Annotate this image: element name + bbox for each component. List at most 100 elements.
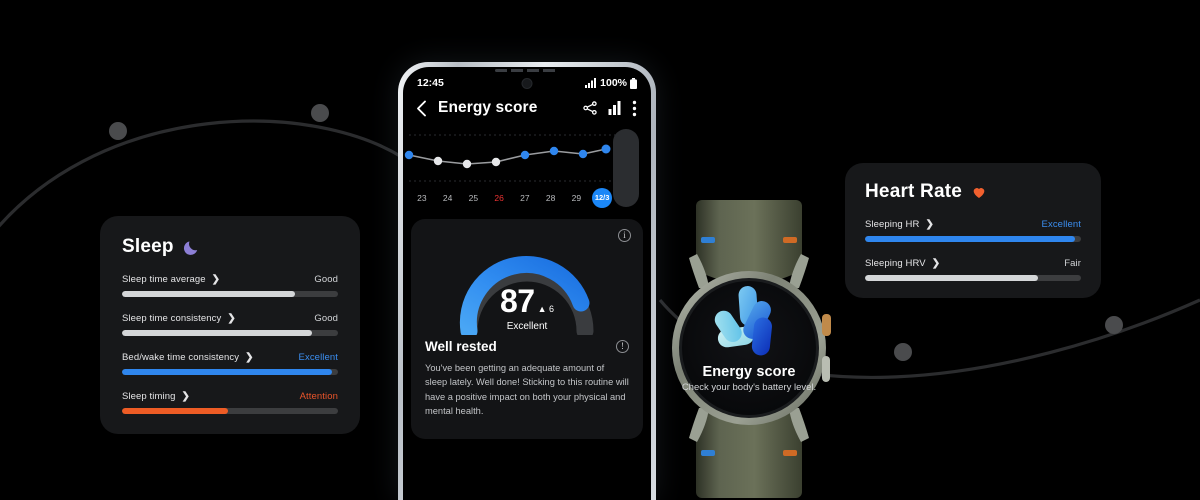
- insight-description: You've been getting an adequate amount o…: [425, 363, 629, 417]
- status-right: 100%: [585, 77, 637, 89]
- metric-label: Sleep timing: [122, 391, 176, 402]
- metric-row[interactable]: Sleep time consistency ❯ Good: [122, 313, 338, 336]
- metric-label-wrap: Sleep time consistency ❯: [122, 313, 236, 324]
- chevron-right-icon[interactable]: ❯: [932, 258, 940, 269]
- battery-full-icon: [630, 77, 637, 89]
- metric-row[interactable]: Sleeping HR ❯ Excellent: [865, 219, 1081, 242]
- metric-label-wrap: Sleep timing ❯: [122, 391, 190, 402]
- curve-node: [894, 343, 912, 361]
- band-accent-blue-top: [701, 237, 715, 243]
- metric-progress-bar: [122, 369, 338, 375]
- chart-point: [404, 150, 414, 160]
- cellular-signal-icon: [585, 78, 597, 88]
- chart-point: [549, 146, 559, 156]
- metric-head: Sleep timing ❯ Attention: [122, 391, 338, 402]
- heart-icon: [973, 188, 985, 198]
- chart-x-axis: 23 24 25 26 27 28 29 12/3: [403, 188, 621, 208]
- heart-rate-card-title: Heart Rate: [865, 181, 963, 202]
- watch-crown: [822, 314, 831, 336]
- metric-head: Sleep time consistency ❯ Good: [122, 313, 338, 324]
- metric-progress-fill: [122, 291, 295, 297]
- metric-head: Sleep time average ❯ Good: [122, 274, 338, 285]
- chart-point: [491, 157, 501, 167]
- metric-progress-fill: [865, 236, 1075, 242]
- front-camera: [521, 78, 533, 89]
- score-value: 87: [499, 283, 535, 319]
- metric-progress-bar: [122, 330, 338, 336]
- smartwatch: Energy score Check your body's battery l…: [660, 198, 838, 500]
- axis-tick: 24: [442, 193, 453, 203]
- score-gauge: 87 ▲ 6 Excellent: [447, 239, 607, 340]
- energy-score-panel: i 87 ▲ 6 Excellent Well rested ! You've …: [411, 219, 643, 439]
- info-circle-icon[interactable]: i: [618, 229, 631, 242]
- chart-plot: [404, 134, 617, 182]
- curve-node: [311, 104, 329, 122]
- crescent-moon-icon: [183, 241, 197, 255]
- chart-point: [462, 159, 472, 169]
- metric-value: Excellent: [298, 352, 338, 363]
- axis-tick: 29: [571, 193, 582, 203]
- chevron-right-icon[interactable]: ❯: [245, 352, 253, 363]
- axis-tick: 26: [494, 193, 504, 203]
- screenshot-stage: Sleep Sleep time average ❯ Good Sleep ti…: [0, 0, 1200, 500]
- gauge-center-text: 87 ▲ 6 Excellent: [447, 283, 607, 332]
- axis-tick-selected-label: 12/3: [592, 188, 613, 208]
- score-rating: Excellent: [506, 321, 548, 332]
- speaker-grill: [495, 69, 559, 72]
- chart-point: [578, 149, 588, 159]
- axis-tick: 28: [545, 193, 556, 203]
- score-delta-value: 6: [549, 304, 555, 314]
- share-icon[interactable]: [582, 100, 598, 116]
- metric-label-wrap: Bed/wake time consistency ❯: [122, 352, 254, 363]
- app-title: Energy score: [438, 99, 538, 116]
- metric-label-wrap: Sleep time average ❯: [122, 274, 220, 285]
- curve-node: [109, 122, 127, 140]
- phone-screen: 12:45 100% Energy score 23 24 25 26 27 2…: [403, 67, 651, 500]
- axis-tick: 27: [520, 193, 530, 203]
- metric-head: Sleeping HR ❯ Excellent: [865, 219, 1081, 230]
- heart-rate-card-header: Heart Rate: [865, 181, 1081, 203]
- score-row: 87 ▲ 6: [447, 283, 607, 320]
- band-accent-blue-bottom: [701, 450, 715, 456]
- metric-progress-bar: [865, 236, 1081, 242]
- metric-head: Bed/wake time consistency ❯ Excellent: [122, 352, 338, 363]
- band-accent-orange-top: [783, 237, 797, 243]
- metric-value: Good: [314, 274, 338, 285]
- exclamation-circle-icon[interactable]: !: [616, 340, 629, 353]
- chevron-right-icon[interactable]: ❯: [227, 313, 235, 324]
- chart-point: [520, 150, 530, 160]
- axis-tick: 25: [468, 193, 479, 203]
- metric-progress-fill: [122, 369, 332, 375]
- metric-value: Good: [314, 313, 338, 324]
- battery-percent: 100%: [600, 77, 627, 89]
- watch-render: [672, 200, 831, 498]
- metric-progress-bar: [122, 408, 338, 414]
- chevron-right-icon[interactable]: ❯: [212, 274, 220, 285]
- metric-row[interactable]: Sleeping HRV ❯ Fair: [865, 258, 1081, 281]
- axis-tick-selected[interactable]: 12/3: [589, 188, 615, 208]
- more-vertical-icon[interactable]: [632, 100, 637, 117]
- metric-row[interactable]: Sleep time average ❯ Good: [122, 274, 338, 297]
- metric-label: Bed/wake time consistency: [122, 352, 240, 363]
- metric-progress-fill: [122, 330, 313, 336]
- metric-value: Excellent: [1041, 219, 1081, 230]
- band-accent-orange-bottom: [783, 450, 797, 456]
- metric-progress-bar: [865, 275, 1081, 281]
- axis-tick: 23: [417, 193, 427, 203]
- metric-progress-fill: [865, 275, 1038, 281]
- sleep-card-title: Sleep: [122, 236, 174, 257]
- chevron-left-icon[interactable]: [415, 100, 428, 117]
- sleep-card: Sleep Sleep time average ❯ Good Sleep ti…: [100, 216, 360, 434]
- phone-device: 12:45 100% Energy score 23 24 25 26 27 2…: [398, 62, 656, 500]
- chevron-right-icon[interactable]: ❯: [181, 391, 189, 402]
- chart-point-selected: [601, 144, 611, 154]
- metric-progress-fill: [122, 408, 228, 414]
- metric-row[interactable]: Sleep timing ❯ Attention: [122, 391, 338, 414]
- metric-value: Fair: [1064, 258, 1081, 269]
- energy-score-trend-chart[interactable]: 100 23 24 25 26 27 28 29 12/3: [403, 129, 651, 211]
- chevron-right-icon[interactable]: ❯: [925, 219, 933, 230]
- metric-row[interactable]: Bed/wake time consistency ❯ Excellent: [122, 352, 338, 375]
- metric-label-wrap: Sleeping HRV ❯: [865, 258, 940, 269]
- insight-headline: Well rested: [425, 339, 497, 354]
- bar-chart-icon[interactable]: [608, 101, 622, 115]
